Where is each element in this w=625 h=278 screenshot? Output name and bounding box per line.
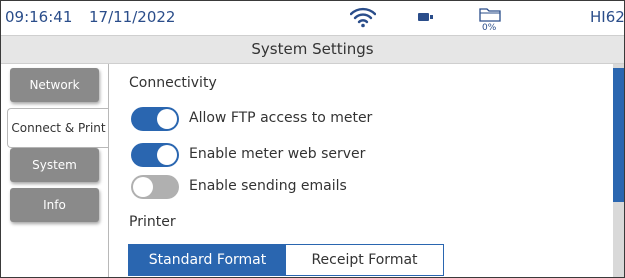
sidebar: Network Connect & Print System Info: [1, 64, 109, 277]
model-label: HI6221: [590, 8, 625, 26]
status-bar: 09:16:41 17/11/2022 0% HI6221: [1, 1, 624, 36]
toggle-emails-switch[interactable]: [131, 175, 179, 199]
settings-panel: Connectivity Allow FTP access to meter E…: [108, 64, 614, 277]
section-title-printer: Printer: [129, 214, 176, 230]
tab-connect-print[interactable]: Connect & Print: [7, 108, 109, 148]
toggle-emails-label: Enable sending emails: [189, 178, 347, 194]
scrollbar[interactable]: [613, 64, 624, 277]
receipt-format-button[interactable]: Receipt Format: [286, 245, 443, 275]
scrollbar-thumb[interactable]: [613, 68, 624, 202]
toggle-web-server-switch[interactable]: [131, 143, 179, 167]
wifi-icon: [350, 7, 376, 28]
toggle-ftp-label: Allow FTP access to meter: [189, 110, 373, 126]
tab-network[interactable]: Network: [10, 68, 99, 102]
print-format-selector: Standard Format Receipt Format: [128, 244, 444, 276]
page-title: System Settings: [1, 36, 624, 64]
screen-frame: 09:16:41 17/11/2022 0% HI6221 System Set…: [0, 0, 625, 278]
toggle-knob: [133, 177, 153, 197]
toggle-knob: [157, 145, 177, 165]
tab-info[interactable]: Info: [10, 188, 99, 222]
folder-icon: [479, 8, 501, 22]
status-date: 17/11/2022: [89, 8, 176, 26]
storage-percent: 0%: [482, 23, 497, 33]
section-title-connectivity: Connectivity: [129, 75, 217, 91]
toggle-ftp-switch[interactable]: [131, 107, 179, 131]
standard-format-button[interactable]: Standard Format: [129, 245, 286, 275]
toggle-knob: [157, 109, 177, 129]
tab-system[interactable]: System: [10, 148, 99, 182]
status-time: 09:16:41: [5, 8, 73, 26]
toggle-web-server-label: Enable meter web server: [189, 146, 366, 162]
